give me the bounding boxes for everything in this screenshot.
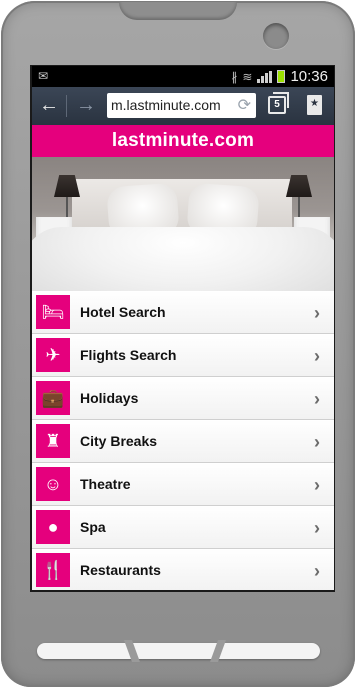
- tab-count: 5: [274, 99, 280, 110]
- phone-screen: ✉ ∦ ≋ 10:36 ← → m.lastminute.com ⟳ 5 ★ l…: [32, 66, 334, 590]
- menu-item-label: City Breaks: [80, 433, 158, 449]
- menu-item-label: Spa: [80, 519, 106, 535]
- status-bar: ✉ ∦ ≋ 10:36: [32, 66, 334, 87]
- chevron-right-icon: ›: [314, 389, 320, 409]
- wifi-icon: ≋: [242, 69, 253, 84]
- menu-item-label: Holidays: [80, 390, 139, 406]
- menu-item-holidays[interactable]: 💼 Holidays ›: [32, 377, 334, 420]
- theatre-masks-icon: ☺: [36, 467, 70, 501]
- url-field[interactable]: m.lastminute.com ⟳: [107, 93, 256, 118]
- status-time: 10:36: [290, 68, 328, 85]
- chevron-right-icon: ›: [314, 518, 320, 538]
- tabs-icon[interactable]: 5: [268, 92, 289, 114]
- back-arrow-icon[interactable]: ←: [39, 94, 59, 116]
- menu-item-label: Restaurants: [80, 562, 161, 578]
- menu-item-city-breaks[interactable]: ♜ City Breaks ›: [32, 420, 334, 463]
- chevron-right-icon: ›: [314, 475, 320, 495]
- menu-list: 🛏 Hotel Search › ✈ Flights Search › 💼 Ho…: [32, 291, 334, 590]
- bookmark-icon[interactable]: ★: [307, 95, 322, 115]
- chevron-right-icon: ›: [314, 561, 320, 581]
- airplane-icon: ✈: [36, 338, 70, 372]
- chevron-right-icon: ›: [314, 303, 320, 323]
- bluetooth-icon: ∦: [231, 69, 238, 84]
- chevron-right-icon: ›: [314, 346, 320, 366]
- mail-icon: ✉: [38, 69, 49, 83]
- cutlery-icon: 🍴: [36, 553, 70, 587]
- menu-item-restaurants[interactable]: 🍴 Restaurants ›: [32, 549, 334, 590]
- menu-item-flights-search[interactable]: ✈ Flights Search ›: [32, 334, 334, 377]
- menu-item-label: Flights Search: [80, 347, 177, 363]
- toolbar-divider: [66, 95, 67, 117]
- menu-item-hotel-search[interactable]: 🛏 Hotel Search ›: [32, 291, 334, 334]
- forward-arrow-icon[interactable]: →: [76, 94, 96, 116]
- menu-item-label: Theatre: [80, 476, 131, 492]
- phone-bottom-bar: [37, 643, 320, 659]
- browser-toolbar: ← → m.lastminute.com ⟳ 5 ★: [32, 87, 334, 125]
- hero-image-bedroom: [32, 157, 334, 291]
- signal-icon: [257, 70, 273, 83]
- bed-icon: 🛏: [36, 295, 70, 329]
- menu-item-spa[interactable]: ● Spa ›: [32, 506, 334, 549]
- phone-top-notch: [119, 2, 237, 20]
- url-text: m.lastminute.com: [111, 97, 221, 113]
- menu-item-theatre[interactable]: ☺ Theatre ›: [32, 463, 334, 506]
- menu-item-label: Hotel Search: [80, 304, 166, 320]
- front-camera: [263, 23, 289, 49]
- reload-icon[interactable]: ⟳: [238, 93, 251, 118]
- chevron-right-icon: ›: [314, 432, 320, 452]
- brand-header[interactable]: lastminute.com: [32, 125, 334, 157]
- battery-icon: [277, 70, 286, 83]
- suitcase-icon: 💼: [36, 381, 70, 415]
- eiffel-tower-icon: ♜: [36, 424, 70, 458]
- spa-stones-icon: ●: [36, 510, 70, 544]
